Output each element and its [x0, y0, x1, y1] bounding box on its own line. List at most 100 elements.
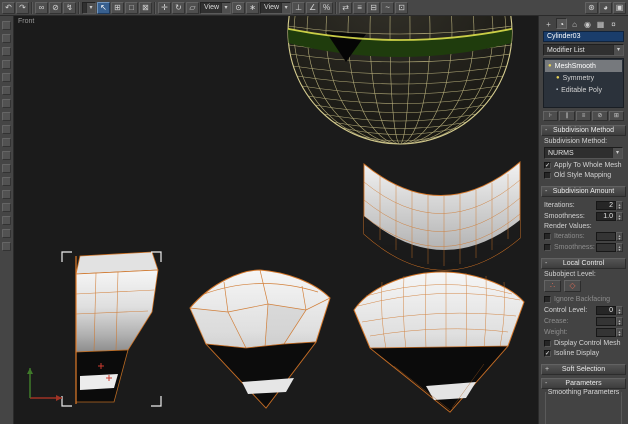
spinner-arrows[interactable]: ▴▾ [616, 212, 623, 221]
undo-icon[interactable]: ↶ [2, 2, 15, 14]
tab-utilities[interactable]: ¤ [608, 18, 619, 29]
layer-manager-icon[interactable]: ⊟ [367, 2, 380, 14]
selection-filter-dropdown[interactable]: ▾ [82, 2, 96, 14]
viewport-label[interactable]: Front [18, 18, 34, 25]
left-toolbar-icon[interactable] [2, 177, 11, 186]
rollout-header-soft-selection[interactable]: + Soft Selection [541, 364, 626, 375]
modifier-bulb-icon[interactable]: ● [556, 75, 560, 81]
spinner-arrows[interactable]: ▴▾ [616, 243, 623, 252]
rollout-header-subdivision-amount[interactable]: - Subdivision Amount [541, 186, 626, 197]
select-and-link-icon[interactable]: ∞ [35, 2, 48, 14]
render-teapot-icon[interactable]: ◕ [599, 2, 612, 14]
smoothness-value[interactable]: 1.0 [596, 212, 616, 221]
angle-snap-icon[interactable]: ∠ [306, 2, 319, 14]
left-toolbar-icon[interactable] [2, 112, 11, 121]
tab-modify[interactable]: ◔ [556, 18, 567, 29]
spinner-arrows[interactable]: ▴▾ [616, 328, 623, 337]
vertex-subobject-button[interactable]: ∴ [544, 280, 561, 292]
iterations-value[interactable]: 2 [596, 201, 616, 210]
spinner-down-icon[interactable]: ▾ [618, 248, 620, 251]
weight-value[interactable] [596, 328, 616, 337]
redo-icon[interactable]: ↷ [16, 2, 29, 14]
rollout-header-parameters[interactable]: - Parameters [541, 378, 626, 389]
bind-to-space-warp-icon[interactable]: ↯ [63, 2, 76, 14]
select-object-icon[interactable]: ↖ [97, 2, 110, 14]
stack-item-symmetry[interactable]: ● Symmetry [545, 72, 622, 84]
rollout-header-subdivision-method[interactable]: - Subdivision Method [541, 125, 626, 136]
spinner-down-icon[interactable]: ▾ [618, 311, 620, 314]
ignore-backfacing-checkbox[interactable] [544, 296, 551, 303]
render-setup-icon[interactable]: ⊛ [585, 2, 598, 14]
left-toolbar-icon[interactable] [2, 203, 11, 212]
tab-display[interactable]: ▦ [595, 18, 606, 29]
select-and-scale-icon[interactable]: ▱ [186, 2, 199, 14]
configure-modifier-sets-button[interactable]: ⊞ [609, 111, 624, 121]
percent-snap-icon[interactable]: % [320, 2, 333, 14]
secondary-view-dropdown[interactable]: View ▾ [260, 2, 291, 14]
select-and-rotate-icon[interactable]: ↻ [172, 2, 185, 14]
select-by-name-icon[interactable]: ⊞ [111, 2, 124, 14]
left-toolbar-icon[interactable] [2, 138, 11, 147]
align-icon[interactable]: ≡ [353, 2, 366, 14]
render-last-icon[interactable]: ▣ [613, 2, 626, 14]
render-iterations-checkbox[interactable] [544, 233, 551, 240]
spinner-arrows[interactable]: ▴▾ [616, 232, 623, 241]
left-toolbar-icon[interactable] [2, 60, 11, 69]
isoline-display-checkbox[interactable]: ✓ [544, 350, 551, 357]
unlink-selection-icon[interactable]: ⊘ [49, 2, 62, 14]
render-smoothness-checkbox[interactable] [544, 244, 551, 251]
left-toolbar-icon[interactable] [2, 151, 11, 160]
left-toolbar-icon[interactable] [2, 47, 11, 56]
left-toolbar-icon[interactable] [2, 190, 11, 199]
snap-toggle-icon[interactable]: ⊥ [292, 2, 305, 14]
spinner-down-icon[interactable]: ▾ [618, 322, 620, 325]
rollout-header-local-control[interactable]: - Local Control [541, 258, 626, 269]
curved-band-object[interactable] [364, 162, 520, 270]
apply-to-whole-mesh-checkbox[interactable]: ✓ [544, 162, 551, 169]
window-crossing-icon[interactable]: ⊠ [139, 2, 152, 14]
left-toolbar-icon[interactable] [2, 86, 11, 95]
left-toolbar-icon[interactable] [2, 125, 11, 134]
stack-item-meshsmooth[interactable]: ● MeshSmooth [545, 60, 622, 72]
old-style-mapping-checkbox[interactable] [544, 172, 551, 179]
left-toolbar-icon[interactable] [2, 229, 11, 238]
render-smoothness-value[interactable] [596, 243, 616, 252]
viewport-canvas[interactable] [14, 16, 538, 424]
spinner-down-icon[interactable]: ▾ [618, 217, 620, 220]
left-toolbar-icon[interactable] [2, 242, 11, 251]
spinner-down-icon[interactable]: ▾ [618, 237, 620, 240]
left-toolbar-icon[interactable] [2, 21, 11, 30]
select-and-manipulate-icon[interactable]: ∗ [246, 2, 259, 14]
spinner-down-icon[interactable]: ▾ [618, 333, 620, 336]
schematic-view-icon[interactable]: ⊡ [395, 2, 408, 14]
remove-modifier-button[interactable]: ⊘ [592, 111, 607, 121]
helmet-mid-object[interactable] [190, 270, 330, 408]
modifier-list-dropdown[interactable]: Modifier List ▾ [543, 44, 624, 56]
tab-create[interactable]: + [543, 18, 554, 29]
make-unique-button[interactable]: ≡ [576, 111, 591, 121]
select-and-move-icon[interactable]: ✛ [158, 2, 171, 14]
pin-stack-button[interactable]: ⊦ [543, 111, 558, 121]
tab-hierarchy[interactable]: ⌂ [569, 18, 580, 29]
use-pivot-center-icon[interactable]: ⊙ [232, 2, 245, 14]
crease-value[interactable] [596, 317, 616, 326]
curve-editor-icon[interactable]: ~ [381, 2, 394, 14]
show-end-result-button[interactable]: ∥ [559, 111, 574, 121]
left-toolbar-icon[interactable] [2, 164, 11, 173]
mirror-icon[interactable]: ⇄ [339, 2, 352, 14]
tab-motion[interactable]: ◉ [582, 18, 593, 29]
stack-item-editable-poly[interactable]: ▪ Editable Poly [545, 84, 622, 96]
spinner-down-icon[interactable]: ▾ [618, 206, 620, 209]
viewport-front[interactable]: Front [14, 16, 538, 424]
subdivision-method-dropdown[interactable]: NURMS ▾ [544, 147, 623, 159]
helmet-low-object[interactable] [62, 252, 161, 406]
sphere-object[interactable] [284, 16, 516, 145]
edge-subobject-button[interactable]: ◇ [564, 280, 581, 292]
left-toolbar-icon[interactable] [2, 34, 11, 43]
left-toolbar-icon[interactable] [2, 73, 11, 82]
reference-coordinate-system-dropdown[interactable]: View ▾ [200, 2, 231, 14]
spinner-arrows[interactable]: ▴▾ [616, 306, 623, 315]
display-control-mesh-checkbox[interactable] [544, 340, 551, 347]
control-level-value[interactable]: 0 [596, 306, 616, 315]
left-toolbar-icon[interactable] [2, 216, 11, 225]
